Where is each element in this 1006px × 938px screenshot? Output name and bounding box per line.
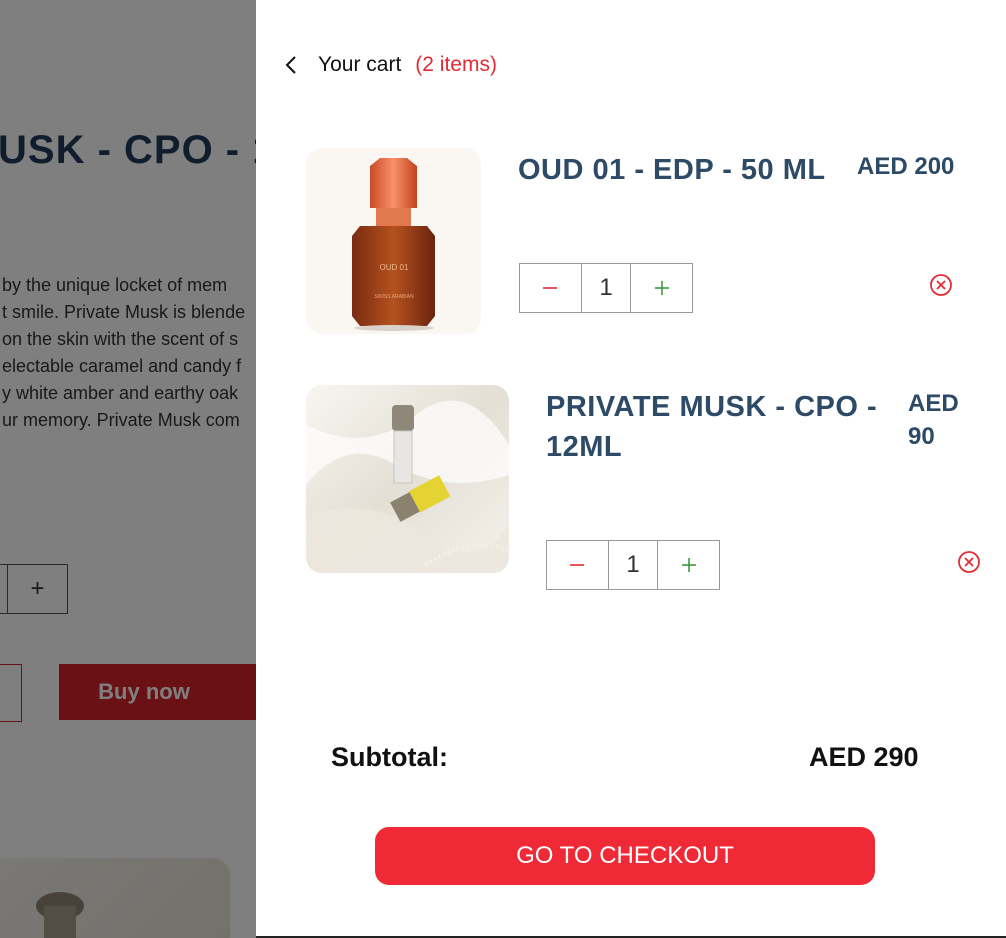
remove-circle-icon[interactable] [957,550,981,574]
quantity-stepper: 1 [519,263,693,313]
cart-drawer: Your cart (2 items) OUD 01 SWISS ARABIAN [256,0,1006,938]
increase-quantity-button[interactable] [631,264,692,312]
increase-quantity-button[interactable] [658,541,719,589]
subtotal-label: Subtotal: [331,742,448,772]
decrease-quantity-button[interactable] [547,541,608,589]
modal-backdrop[interactable] [0,0,256,938]
cart-header: Your cart (2 items) [284,50,497,80]
cart-item-price: AED 90 [908,387,959,453]
product-image-oud: OUD 01 SWISS ARABIAN [306,148,481,334]
minus-icon [570,564,585,566]
plus-icon [654,281,669,295]
decrease-quantity-button[interactable] [520,264,581,312]
plus-icon [681,558,696,572]
brand-label: SWISS ARABIAN [374,294,414,300]
minus-icon [543,287,558,289]
cart-item-price: AED 200 [857,153,955,180]
bottle-label: OUD 01 [380,263,409,272]
subtotal-value: AED 290 [809,742,919,772]
checkout-button[interactable]: GO TO CHECKOUT [375,827,875,885]
cart-item-name[interactable]: OUD 01 - EDP - 50 ML [518,150,826,190]
quantity-value[interactable]: 1 [580,264,632,312]
quantity-stepper: 1 [546,540,720,590]
quantity-value[interactable]: 1 [607,541,659,589]
chevron-left-icon[interactable] [284,50,306,80]
cart-item-name-line: PRIVATE MUSK - CPO - [546,391,878,423]
cart-title: Your cart [318,53,402,76]
cart-item-name[interactable]: PRIVATE MUSK - CPO - 12ML [546,387,877,467]
remove-circle-icon[interactable] [929,273,953,297]
price-amount: 90 [908,423,935,450]
product-image-private-musk [306,385,509,573]
cart-item-name-line: 12ML [546,431,623,463]
cart-item-count: (2 items) [415,53,497,76]
price-currency: AED [908,390,959,417]
